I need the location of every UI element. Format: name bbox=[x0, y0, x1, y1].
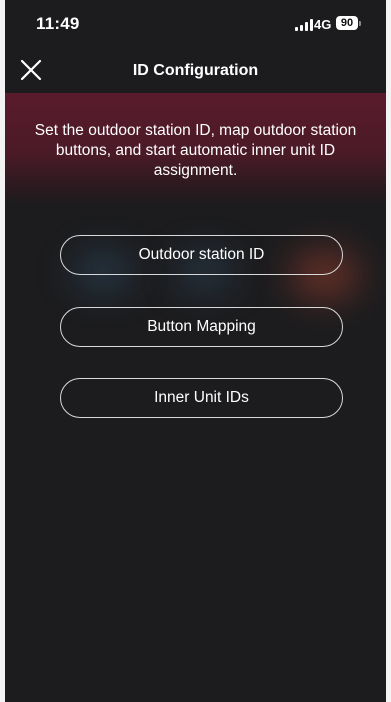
nav-bar: ID Configuration bbox=[5, 44, 386, 96]
button-mapping-button[interactable]: Button Mapping bbox=[60, 307, 343, 347]
inner-unit-ids-button[interactable]: Inner Unit IDs bbox=[60, 378, 343, 418]
outdoor-station-id-button[interactable]: Outdoor station ID bbox=[60, 235, 343, 275]
status-bar: 11:49 4G 90 bbox=[5, 0, 386, 44]
page-title: ID Configuration bbox=[132, 62, 259, 79]
network-type: 4G bbox=[314, 17, 332, 32]
button-label: Button Mapping bbox=[147, 318, 256, 335]
button-label: Inner Unit IDs bbox=[154, 389, 249, 406]
battery-tip bbox=[359, 21, 361, 26]
cellular-signal-icon bbox=[295, 19, 313, 31]
app-screen: 11:49 4G 90 ID Configuration Set the out… bbox=[5, 0, 386, 702]
status-time: 11:49 bbox=[36, 14, 80, 33]
page-description: Set the outdoor station ID, map outdoor … bbox=[34, 122, 357, 179]
battery-icon: 90 bbox=[336, 16, 358, 30]
battery-level: 90 bbox=[340, 17, 354, 29]
button-label: Outdoor station ID bbox=[138, 246, 265, 263]
